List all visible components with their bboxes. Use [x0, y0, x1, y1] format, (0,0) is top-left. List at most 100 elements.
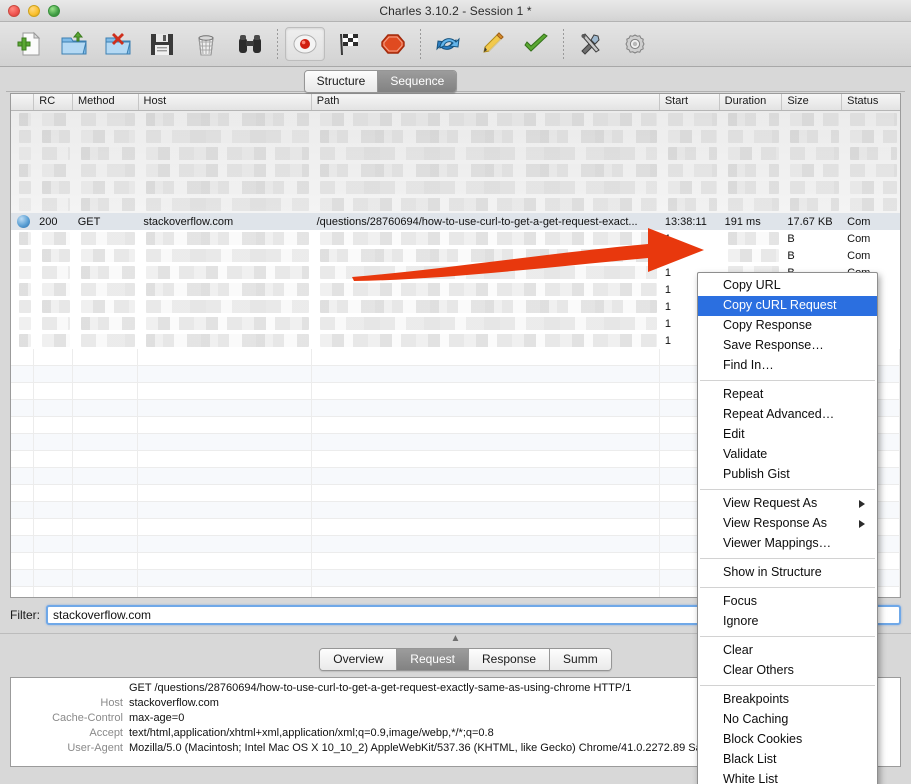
- redacted-cell: [19, 198, 32, 211]
- redacted-cell: [850, 198, 897, 211]
- binoculars-icon: [239, 35, 261, 53]
- menu-item-copy-curl-request[interactable]: Copy cURL Request: [698, 296, 877, 316]
- redacted-cell: [19, 300, 32, 313]
- main-toolbar: [0, 22, 911, 67]
- tab-request[interactable]: Request: [396, 649, 468, 670]
- menu-item-repeat[interactable]: Repeat: [698, 385, 877, 405]
- menu-item-save-response[interactable]: Save Response…: [698, 336, 877, 356]
- redacted-cell: [80, 249, 136, 262]
- menu-item-black-list[interactable]: Black List: [698, 750, 877, 770]
- column-header-host[interactable]: Host: [139, 94, 312, 110]
- column-header-icon[interactable]: [11, 94, 35, 110]
- redacted-cell: [146, 198, 309, 211]
- menu-item-white-list[interactable]: White List: [698, 770, 877, 784]
- menu-separator: [700, 685, 875, 686]
- table-row[interactable]: [11, 162, 900, 179]
- column-header-method[interactable]: Method: [73, 94, 139, 110]
- tab-sequence[interactable]: Sequence: [377, 71, 457, 92]
- redacted-cell: [146, 181, 309, 194]
- redacted-cell: [790, 181, 840, 194]
- header-value: stackoverflow.com: [129, 697, 219, 709]
- context-menu[interactable]: Copy URL Copy cURL Request Copy Response…: [697, 272, 878, 784]
- breakpoints-button[interactable]: [371, 24, 415, 64]
- close-session-button[interactable]: [96, 24, 140, 64]
- table-row[interactable]: 1 B Com: [11, 230, 900, 247]
- redacted-cell: [667, 113, 717, 126]
- table-row[interactable]: 1 B Com: [11, 247, 900, 264]
- tab-overview[interactable]: Overview: [320, 649, 397, 670]
- throttle-button[interactable]: [327, 24, 371, 64]
- menu-item-view-response-as[interactable]: View Response As: [698, 514, 877, 534]
- menu-item-find-in[interactable]: Find In…: [698, 356, 877, 376]
- redacted-cell: [850, 147, 897, 160]
- compose-button[interactable]: [470, 24, 514, 64]
- redacted-cell: [42, 232, 70, 245]
- column-header-status[interactable]: Status: [842, 94, 900, 110]
- redacted-cell: [80, 283, 136, 296]
- save-session-button[interactable]: [140, 24, 184, 64]
- settings-button[interactable]: [613, 24, 657, 64]
- menu-item-clear-others[interactable]: Clear Others: [698, 661, 877, 681]
- redacted-cell: [319, 232, 657, 245]
- menu-item-label: View Response As: [723, 516, 827, 530]
- menu-item-edit[interactable]: Edit: [698, 425, 877, 445]
- menu-item-ignore[interactable]: Ignore: [698, 612, 877, 632]
- menu-item-publish-gist[interactable]: Publish Gist: [698, 465, 877, 485]
- redacted-cell: [850, 164, 897, 177]
- redacted-cell: [42, 198, 70, 211]
- table-row[interactable]: [11, 179, 900, 196]
- redacted-cell: [790, 130, 840, 143]
- column-header-size[interactable]: Size: [782, 94, 843, 110]
- menu-item-copy-url[interactable]: Copy URL: [698, 276, 877, 296]
- menu-item-no-caching[interactable]: No Caching: [698, 710, 877, 730]
- table-row[interactable]: [11, 145, 900, 162]
- redacted-cell: [146, 300, 309, 313]
- open-session-button[interactable]: [52, 24, 96, 64]
- column-header-duration[interactable]: Duration: [720, 94, 783, 110]
- table-row[interactable]: [11, 196, 900, 213]
- tab-structure[interactable]: Structure: [304, 71, 378, 92]
- menu-item-viewer-mappings[interactable]: Viewer Mappings…: [698, 534, 877, 554]
- redacted-cell: [790, 198, 840, 211]
- menu-item-repeat-advanced[interactable]: Repeat Advanced…: [698, 405, 877, 425]
- menu-item-validate[interactable]: Validate: [698, 445, 877, 465]
- redacted-cell: [790, 113, 840, 126]
- table-row[interactable]: [11, 128, 900, 145]
- table-row[interactable]: [11, 111, 900, 128]
- redacted-cell: [19, 266, 32, 279]
- menu-item-clear[interactable]: Clear: [698, 641, 877, 661]
- redacted-cell: [146, 232, 309, 245]
- record-button[interactable]: [285, 27, 325, 61]
- tab-summary[interactable]: Summ: [549, 649, 611, 670]
- redacted-cell: [727, 147, 780, 160]
- redacted-cell: [667, 181, 717, 194]
- cell-size: 17.67 KB: [787, 215, 833, 228]
- redacted-cell: [319, 198, 657, 211]
- new-session-button[interactable]: [8, 24, 52, 64]
- menu-item-show-in-structure[interactable]: Show in Structure: [698, 563, 877, 583]
- menu-item-breakpoints[interactable]: Breakpoints: [698, 690, 877, 710]
- tab-response[interactable]: Response: [468, 649, 550, 670]
- menu-item-view-request-as[interactable]: View Request As: [698, 494, 877, 514]
- table-row-selected[interactable]: 200 GET stackoverflow.com /questions/287…: [11, 213, 900, 230]
- repeat-button[interactable]: [426, 24, 470, 64]
- cell-start: 1: [664, 249, 671, 262]
- tools-button[interactable]: [569, 24, 613, 64]
- gear-icon: [625, 34, 645, 54]
- redacted-cell: [80, 147, 136, 160]
- column-header-start[interactable]: Start: [660, 94, 720, 110]
- header-name: User-Agent: [67, 742, 123, 754]
- column-header-path[interactable]: Path: [312, 94, 660, 110]
- menu-item-focus[interactable]: Focus: [698, 592, 877, 612]
- find-button[interactable]: [228, 24, 272, 64]
- validate-button[interactable]: [514, 24, 558, 64]
- splitter-grip-icon[interactable]: ▲: [451, 634, 461, 644]
- redacted-cell: [319, 164, 657, 177]
- redacted-cell: [667, 164, 717, 177]
- clear-session-button[interactable]: [184, 24, 228, 64]
- column-header-rc[interactable]: RC: [34, 94, 73, 110]
- redacted-cell: [146, 266, 309, 279]
- menu-item-block-cookies[interactable]: Block Cookies: [698, 730, 877, 750]
- menu-item-copy-response[interactable]: Copy Response: [698, 316, 877, 336]
- redacted-cell: [19, 232, 32, 245]
